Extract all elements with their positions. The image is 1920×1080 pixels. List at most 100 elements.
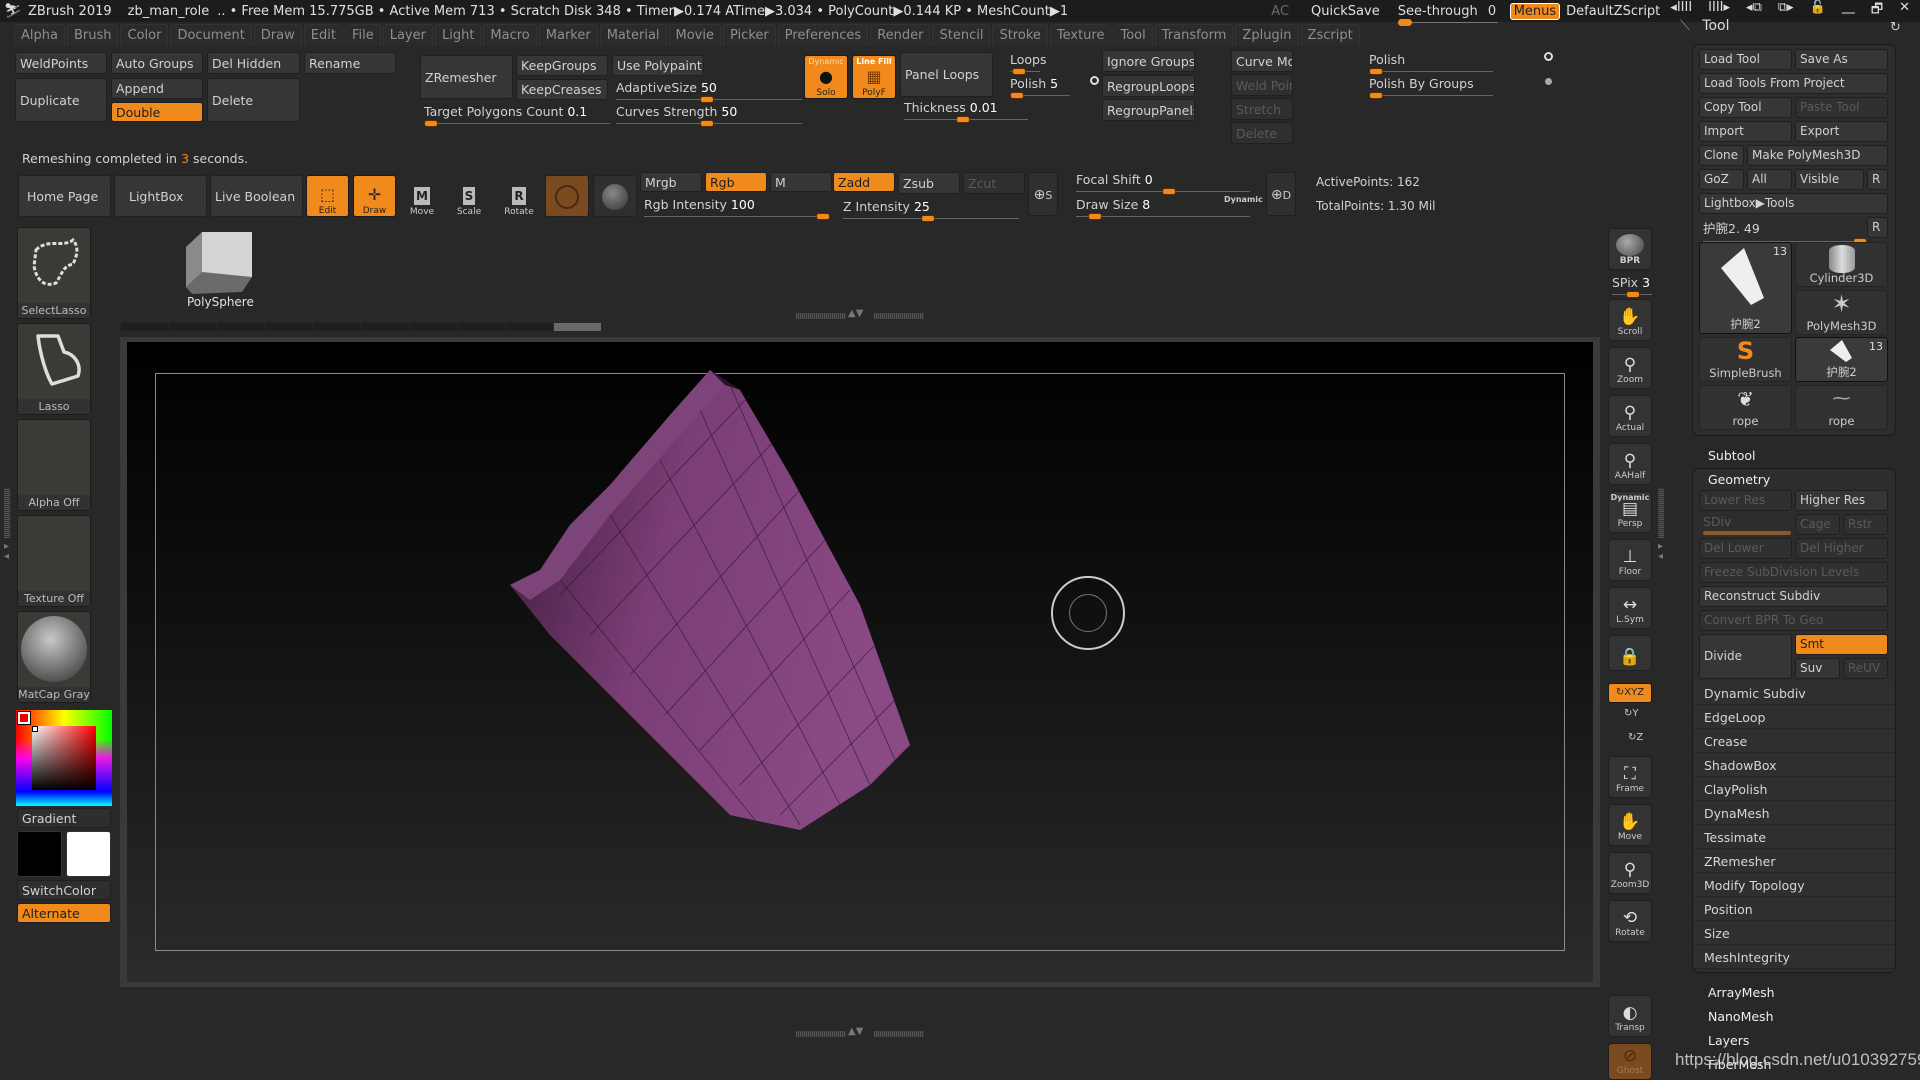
move-view-button[interactable]: ✋ Move: [1608, 804, 1652, 846]
goz-r-button[interactable]: R: [1867, 169, 1888, 190]
gradient-toggle[interactable]: Gradient: [17, 808, 111, 828]
color-cursor[interactable]: [32, 726, 38, 732]
bpr-button[interactable]: BPR: [1608, 228, 1652, 270]
curve-delete-button[interactable]: Delete: [1231, 122, 1293, 144]
rotate-z-toggle[interactable]: ↻Z: [1628, 732, 1643, 743]
menu-picker[interactable]: Picker: [723, 24, 776, 46]
regroup-loops-toggle[interactable]: RegroupLoops: [1102, 75, 1195, 97]
live-boolean-button[interactable]: Live Boolean: [210, 175, 303, 217]
current-tool-slider[interactable]: 护腕2. 49: [1703, 218, 1867, 245]
stretch-button[interactable]: Stretch: [1231, 98, 1293, 120]
lightbox-button[interactable]: LightBox: [114, 175, 207, 217]
geometry-section-tessimate[interactable]: Tessimate: [1694, 826, 1894, 849]
panel-loops-button[interactable]: Panel Loops: [900, 52, 993, 97]
focal-shift-knob[interactable]: [1162, 188, 1176, 195]
minimize-icon[interactable]: ⎽: [1842, 0, 1855, 22]
polysphere-thumbnail[interactable]: [182, 222, 254, 294]
thickness-knob[interactable]: [956, 116, 970, 123]
menu-marker[interactable]: Marker: [538, 24, 598, 46]
menu-alpha[interactable]: Alpha: [14, 24, 65, 46]
menu-preferences[interactable]: Preferences: [777, 24, 869, 46]
polish-circle-toggle[interactable]: [1090, 76, 1099, 85]
polyf-button[interactable]: Line Fill ▦ PolyF: [852, 55, 896, 99]
top-tray-handle-left[interactable]: [796, 313, 846, 319]
zremesher-button[interactable]: ZRemesher: [420, 55, 513, 99]
menu-movie[interactable]: Movie: [668, 24, 721, 46]
solo-button[interactable]: Dynamic ● Solo: [804, 55, 848, 99]
menu-brush[interactable]: Brush: [66, 24, 119, 46]
ghost-button[interactable]: ⊘ Ghost: [1608, 1043, 1652, 1080]
rotate-xyz-toggle[interactable]: ↻XYZ: [1608, 683, 1652, 703]
del-higher-button[interactable]: Del Higher: [1795, 538, 1888, 559]
draw-size-knob[interactable]: [1088, 213, 1102, 220]
menu-file[interactable]: File: [344, 24, 381, 46]
polish-toggle-circle[interactable]: [1544, 52, 1553, 61]
subpalette-nanomesh[interactable]: NanoMesh: [1708, 1009, 1774, 1024]
alpha-tile[interactable]: Alpha Off: [17, 419, 91, 511]
prev-layout-icon[interactable]: ◂⧉: [1746, 0, 1762, 22]
ignore-groups-toggle[interactable]: Ignore Groups: [1102, 50, 1195, 72]
select-lasso-tile[interactable]: SelectLasso: [17, 227, 91, 319]
active-document-tab[interactable]: [553, 323, 601, 331]
geometry-section-crease[interactable]: Crease: [1694, 730, 1894, 753]
draw-size-slider[interactable]: Draw Size 8: [1076, 197, 1250, 220]
del-lower-button[interactable]: Del Lower: [1699, 538, 1792, 559]
subpalette-arraymesh[interactable]: ArrayMesh: [1708, 985, 1775, 1000]
restore-icon[interactable]: 🗗: [1871, 0, 1883, 22]
weld-points-button[interactable]: Weld Points: [1231, 74, 1293, 96]
curves-strength-slider[interactable]: Curves Strength 50: [616, 104, 802, 127]
color-picker[interactable]: [16, 710, 112, 806]
aahalf-button[interactable]: ⚲ AAHalf: [1608, 443, 1652, 485]
rgb-intensity-slider[interactable]: Rgb Intensity 100: [644, 197, 830, 220]
camera-lock-button[interactable]: 🔒: [1608, 635, 1652, 671]
delete-button[interactable]: Delete: [207, 78, 300, 122]
panel-polish-knob[interactable]: [1010, 92, 1024, 99]
target-polygons-knob[interactable]: [424, 120, 438, 127]
lock-icon[interactable]: 🔓: [1810, 0, 1826, 22]
dynamic-size-toggle[interactable]: Dynamic: [1224, 195, 1263, 204]
tool-thumb-rope-a[interactable]: ❦ rope: [1699, 385, 1792, 430]
texture-toggle-button[interactable]: [593, 175, 637, 217]
transp-button[interactable]: ◐ Transp: [1608, 995, 1652, 1037]
auto-groups-button[interactable]: Auto Groups: [111, 52, 203, 74]
rgb-toggle[interactable]: Rgb: [705, 172, 767, 192]
tool-thumb-polymesh3d[interactable]: ✶ PolyMesh3D: [1795, 290, 1888, 335]
geometry-section-position[interactable]: Position: [1694, 898, 1894, 921]
target-polygons-slider[interactable]: Target Polygons Count 0.1: [424, 104, 610, 127]
tool-thumb-huwan2[interactable]: 13 护腕2: [1699, 242, 1792, 334]
menu-layer[interactable]: Layer: [382, 24, 433, 46]
home-page-button[interactable]: Home Page: [18, 175, 111, 217]
thickness-slider[interactable]: Thickness 0.01: [904, 100, 1028, 123]
geometry-section-dynamesh[interactable]: DynaMesh: [1694, 802, 1894, 825]
clone-button[interactable]: Clone: [1699, 145, 1744, 166]
geometry-section-claypolish[interactable]: ClayPolish: [1694, 778, 1894, 801]
regroup-panels-toggle[interactable]: RegroupPanels: [1102, 99, 1195, 121]
texture-tile[interactable]: Texture Off: [17, 515, 91, 607]
material-swatch-button[interactable]: [545, 175, 589, 217]
loops-knob[interactable]: [1012, 68, 1026, 75]
lower-res-button[interactable]: Lower Res: [1699, 490, 1792, 511]
geometry-section-dynamic-subdiv[interactable]: Dynamic Subdiv: [1694, 682, 1894, 705]
polish-by-groups-slider[interactable]: Polish By Groups: [1369, 76, 1493, 99]
left-tray-arrows-icon[interactable]: ▸ ◂: [4, 542, 9, 562]
menu-document[interactable]: Document: [170, 24, 252, 46]
see-through-knob[interactable]: [1397, 18, 1412, 26]
loops-slider[interactable]: Loops: [1010, 52, 1047, 75]
cage-button[interactable]: Cage: [1795, 514, 1840, 535]
geometry-section-shadowbox[interactable]: ShadowBox: [1694, 754, 1894, 777]
tool-thumb-simplebrush[interactable]: S SimpleBrush: [1699, 337, 1792, 382]
top-tray-arrows-icon[interactable]: ▲▼: [848, 308, 863, 319]
menus-toggle[interactable]: Menus: [1509, 2, 1561, 20]
geometry-section-meshintegrity[interactable]: MeshIntegrity: [1694, 946, 1894, 969]
z-intensity-knob[interactable]: [921, 215, 935, 222]
polish-knob[interactable]: [1369, 68, 1383, 75]
s-symmetry-button[interactable]: ⊕S: [1028, 172, 1058, 216]
adaptive-size-knob[interactable]: [700, 96, 714, 103]
zoom3d-button[interactable]: ⚲ Zoom3D: [1608, 852, 1652, 894]
rotate-y-toggle[interactable]: ↻Y: [1624, 708, 1639, 719]
append-button[interactable]: Append: [111, 78, 203, 99]
use-polypaint-toggle[interactable]: Use Polypaint: [612, 55, 704, 76]
lasso-tile[interactable]: Lasso: [17, 323, 91, 415]
persp-button[interactable]: Dynamic ▤ Persp: [1608, 491, 1652, 533]
bottom-tray-handle-right[interactable]: [874, 1031, 924, 1037]
